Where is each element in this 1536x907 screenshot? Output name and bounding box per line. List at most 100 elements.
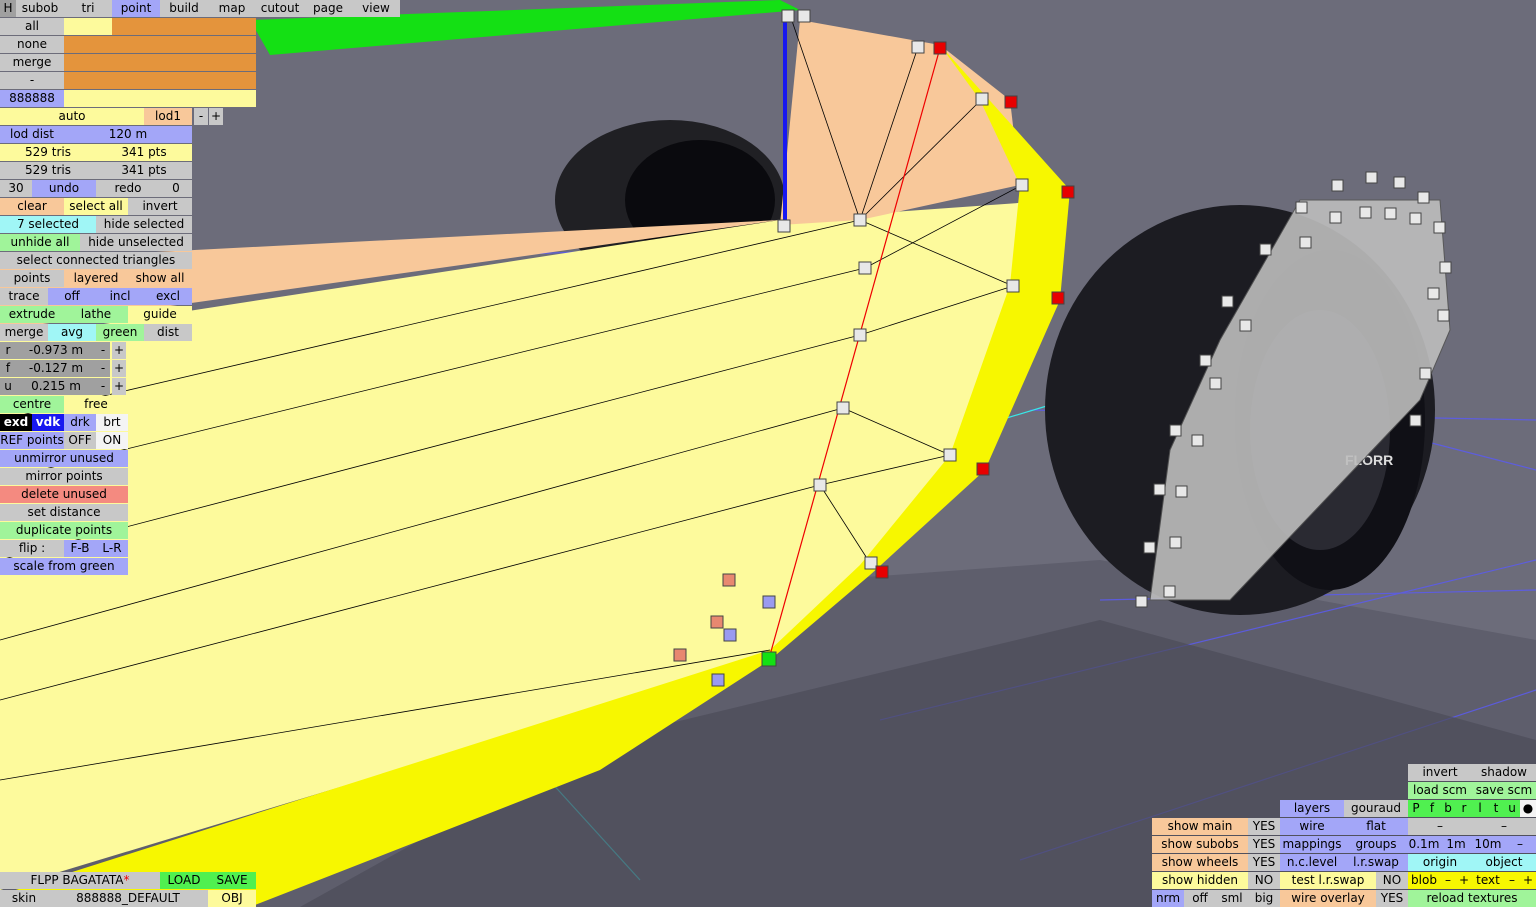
save-button[interactable]: SAVE	[208, 872, 256, 889]
trace-off-button[interactable]: off	[48, 288, 96, 305]
show-subobs-toggle[interactable]: YES	[1248, 836, 1280, 853]
layer-cell[interactable]	[208, 72, 256, 89]
ref-on-button[interactable]: ON	[96, 432, 128, 449]
select-connected-button[interactable]: select connected triangles	[0, 252, 192, 269]
groups-button[interactable]: groups	[1344, 836, 1408, 853]
layer-cell[interactable]	[112, 36, 160, 53]
grid-1m-button[interactable]: 1m	[1440, 836, 1472, 853]
clear-button[interactable]: clear	[0, 198, 64, 215]
view-l-button[interactable]: l	[1472, 800, 1488, 817]
ref-off-button[interactable]: OFF	[64, 432, 96, 449]
load-scm-button[interactable]: load scm	[1408, 782, 1472, 799]
layer-cell[interactable]	[208, 36, 256, 53]
blob-minus-button[interactable]: –	[1440, 872, 1456, 889]
view-r-button[interactable]: r	[1456, 800, 1472, 817]
delete-unused-button[interactable]: delete unused	[0, 486, 128, 503]
view-b-button[interactable]: b	[1440, 800, 1456, 817]
obj-button[interactable]: OBJ	[208, 890, 256, 907]
layer-cell[interactable]	[64, 18, 112, 35]
view-dot-button[interactable]: ●	[1520, 800, 1536, 817]
flip-fb-button[interactable]: F-B	[64, 540, 96, 557]
select-all-points-button[interactable]: select all	[64, 198, 128, 215]
view-t-button[interactable]: t	[1488, 800, 1504, 817]
view-f-button[interactable]: f	[1424, 800, 1440, 817]
text-minus-button[interactable]: –	[1504, 872, 1520, 889]
reload-textures-button[interactable]: reload textures	[1408, 890, 1536, 907]
layer-cell[interactable]	[64, 36, 112, 53]
tab-map[interactable]: map	[208, 0, 256, 17]
model-name[interactable]: FLPP BAGATATA*	[0, 872, 160, 889]
lod-name[interactable]: lod1	[144, 108, 192, 125]
skin-value[interactable]: 888888_DEFAULT	[48, 890, 208, 907]
lod-auto-button[interactable]: auto	[0, 108, 144, 125]
lathe-button[interactable]: lathe	[64, 306, 128, 323]
axis-u-plus[interactable]: +	[112, 378, 126, 395]
origin-button[interactable]: origin	[1408, 854, 1472, 871]
dash-button[interactable]: -	[0, 72, 64, 89]
layered-button[interactable]: layered	[64, 270, 128, 287]
free-button[interactable]: free	[64, 396, 128, 413]
undo-button[interactable]: undo	[32, 180, 96, 197]
redo-button[interactable]: redo	[96, 180, 160, 197]
tab-page[interactable]: page	[304, 0, 352, 17]
unmirror-unused-button[interactable]: unmirror unused	[0, 450, 128, 467]
test-lr-swap-button[interactable]: test l.r.swap	[1280, 872, 1376, 889]
axis-r-value[interactable]: -0.973 m	[16, 342, 96, 359]
show-wheels-toggle[interactable]: YES	[1248, 854, 1280, 871]
tab-tri[interactable]: tri	[64, 0, 112, 17]
merge-layer-button[interactable]: merge	[0, 54, 64, 71]
merge-avg-button[interactable]: avg	[48, 324, 96, 341]
mirror-points-button[interactable]: mirror points	[0, 468, 128, 485]
axis-f-plus[interactable]: +	[112, 360, 126, 377]
grid-dash-button[interactable]: –	[1504, 836, 1536, 853]
show-all-button[interactable]: show all	[128, 270, 192, 287]
layer-cell[interactable]	[160, 54, 208, 71]
extrude-button[interactable]: extrude	[0, 306, 64, 323]
axis-u-minus[interactable]: -	[96, 378, 110, 395]
points-mode-button[interactable]: points	[0, 270, 64, 287]
layer-cell[interactable]	[208, 54, 256, 71]
axis-f-value[interactable]: -0.127 m	[16, 360, 96, 377]
invert-view-button[interactable]: invert	[1408, 764, 1472, 781]
blob-plus-button[interactable]: +	[1456, 872, 1472, 889]
flat-button[interactable]: flat	[1344, 818, 1408, 835]
merge-green-button[interactable]: green	[96, 324, 144, 341]
text-plus-button[interactable]: +	[1520, 872, 1536, 889]
shade-drk-button[interactable]: drk	[64, 414, 96, 431]
unhide-all-button[interactable]: unhide all	[0, 234, 80, 251]
axis-r-plus[interactable]: +	[112, 342, 126, 359]
layer-cell[interactable]	[64, 54, 112, 71]
shade-brt-button[interactable]: brt	[96, 414, 128, 431]
color-swatch[interactable]	[64, 90, 256, 107]
grid-10m-button[interactable]: 10m	[1472, 836, 1504, 853]
tab-build[interactable]: build	[160, 0, 208, 17]
mode-off-button[interactable]: off	[1184, 890, 1216, 907]
shade-exd-button[interactable]: exd	[0, 414, 32, 431]
test-lr-swap-toggle[interactable]: NO	[1376, 872, 1408, 889]
layer-cell[interactable]	[112, 72, 160, 89]
small-mode-button[interactable]: sml	[1216, 890, 1248, 907]
merge-dist-button[interactable]: dist	[144, 324, 192, 341]
tab-cutout[interactable]: cutout	[256, 0, 304, 17]
tab-point[interactable]: point	[112, 0, 160, 17]
layer-cell[interactable]	[160, 36, 208, 53]
3d-viewport[interactable]: FLORR	[0, 0, 1536, 907]
axis-r-minus[interactable]: -	[96, 342, 110, 359]
big-mode-button[interactable]: big	[1248, 890, 1280, 907]
layer-cell[interactable]	[112, 18, 160, 35]
duplicate-points-button[interactable]: duplicate points	[0, 522, 128, 539]
select-none-button[interactable]: none	[0, 36, 64, 53]
layer-cell[interactable]	[160, 72, 208, 89]
tab-view[interactable]: view	[352, 0, 400, 17]
normal-mode-button[interactable]: nrm	[1152, 890, 1184, 907]
dash-button[interactable]: –	[1408, 818, 1472, 835]
scale-from-green-button[interactable]: scale from green	[0, 558, 128, 575]
invert-button[interactable]: invert	[128, 198, 192, 215]
flip-lr-button[interactable]: L-R	[96, 540, 128, 557]
layer-cell[interactable]	[112, 54, 160, 71]
lod-minus-button[interactable]: -	[194, 108, 208, 125]
save-scm-button[interactable]: save scm	[1472, 782, 1536, 799]
shadow-button[interactable]: shadow	[1472, 764, 1536, 781]
view-p-button[interactable]: P	[1408, 800, 1424, 817]
show-main-toggle[interactable]: YES	[1248, 818, 1280, 835]
